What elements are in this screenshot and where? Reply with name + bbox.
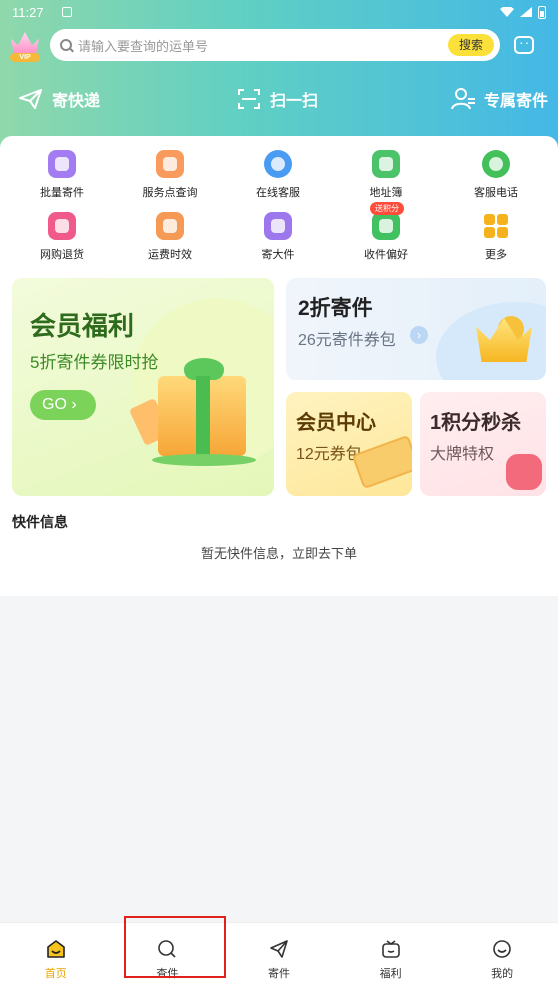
promo-points-flash-sale[interactable]: 1积分秒杀 大牌特权 — [420, 392, 546, 496]
search-button[interactable]: 搜索 — [447, 34, 494, 56]
user-icon — [451, 88, 475, 110]
promo-subtitle: 12元券包 — [296, 446, 362, 463]
profile-icon — [493, 940, 511, 958]
more-icon — [482, 212, 510, 240]
message-icon[interactable] — [514, 34, 534, 54]
service-batch-send[interactable]: 批量寄件 — [12, 150, 112, 200]
nav-label: 我的 — [491, 968, 514, 980]
crown-icon — [11, 32, 39, 54]
promo-subtitle: 26元寄件券包 — [298, 332, 396, 349]
promo-title: 会员中心 — [296, 412, 376, 434]
go-label: GO — [42, 396, 67, 413]
quick-action-label: 扫一扫 — [270, 93, 319, 110]
nav-send[interactable]: 寄件 — [223, 923, 335, 992]
battery-icon — [538, 5, 546, 19]
large-package-icon — [264, 212, 292, 240]
gift-box-icon — [158, 358, 246, 456]
service-more[interactable]: 更多 — [446, 212, 546, 262]
promo-title: 会员福利 — [30, 311, 135, 341]
service-point-query[interactable]: 服务点查询 — [120, 150, 220, 200]
promo-member-welfare[interactable]: 会员福利 5折寄件券限时抢 GO › — [12, 278, 274, 496]
phone-icon — [482, 150, 510, 178]
promo-subtitle: 大牌特权 — [430, 446, 495, 463]
top-bar: VIP 请输入要查询的运单号 搜索 — [8, 28, 550, 62]
vip-avatar[interactable]: VIP — [8, 28, 42, 62]
vip-tag: VIP — [10, 53, 40, 62]
nav-profile[interactable]: 我的 — [446, 923, 558, 992]
quick-action-label: 寄快递 — [52, 93, 101, 110]
address-book-icon — [372, 150, 400, 178]
scan-icon — [238, 89, 260, 109]
nav-label: 首页 — [44, 968, 67, 980]
nav-label: 福利 — [379, 968, 402, 980]
service-address-book[interactable]: 地址簿 — [336, 150, 436, 200]
service-label: 网购退货 — [40, 249, 84, 261]
service-online-support[interactable]: 在线客服 — [228, 150, 328, 200]
service-hotline[interactable]: 客服电话 — [446, 150, 546, 200]
service-label: 寄大件 — [261, 249, 295, 261]
bottom-nav: 首页 查件 寄件 福利 我的 — [0, 922, 558, 992]
go-button[interactable]: GO › — [30, 390, 96, 420]
service-label: 收件偏好 — [364, 249, 408, 261]
notification-icon — [61, 7, 72, 17]
paper-plane-icon — [19, 89, 42, 109]
promo-discount-send[interactable]: 2折寄件 26元寄件券包 › — [286, 278, 546, 380]
points-badge: 送积分 — [370, 202, 404, 215]
status-icons — [500, 5, 546, 19]
status-time: 11:27 — [12, 4, 44, 20]
quick-action-send[interactable]: 寄快递 — [18, 84, 100, 114]
service-label: 批量寄件 — [40, 187, 84, 199]
promo-subtitle: 5折寄件券限时抢 — [30, 353, 159, 372]
red-bag-icon — [506, 454, 542, 490]
quick-action-label: 专属寄件 — [484, 93, 549, 110]
gift-icon — [381, 940, 400, 958]
quick-actions: 寄快递 扫一扫 专属寄件 — [0, 84, 558, 114]
search-icon — [60, 39, 72, 51]
service-label: 在线客服 — [256, 187, 300, 199]
send-icon — [270, 940, 288, 958]
promo-title: 2折寄件 — [298, 297, 373, 320]
service-large-package[interactable]: 寄大件 — [228, 212, 328, 262]
home-icon — [46, 940, 65, 958]
search-bar[interactable]: 请输入要查询的运单号 搜索 — [50, 29, 500, 61]
gift-base — [152, 454, 256, 466]
return-icon — [48, 212, 76, 240]
highlight-box — [124, 916, 226, 978]
nav-welfare[interactable]: 福利 — [335, 923, 447, 992]
parcel-section-title: 快件信息 — [12, 514, 68, 530]
nav-home[interactable]: 首页 — [0, 923, 112, 992]
status-bar: 11:27 — [0, 0, 558, 24]
service-label: 地址簿 — [369, 187, 403, 199]
service-label: 客服电话 — [474, 187, 518, 199]
chevron-right-icon: › — [66, 396, 77, 413]
signal-icon — [520, 7, 532, 17]
service-point-icon — [156, 150, 184, 178]
search-input[interactable]: 请输入要查询的运单号 — [78, 36, 448, 55]
empty-parcel-message[interactable]: 暂无快件信息，立即去下单 — [0, 543, 558, 562]
service-online-return[interactable]: 网购退货 — [12, 212, 112, 262]
service-label: 更多 — [485, 249, 507, 261]
quick-action-scan[interactable]: 扫一扫 — [236, 84, 318, 114]
promo-member-center[interactable]: 会员中心 12元券包 — [286, 392, 412, 496]
nav-label: 寄件 — [267, 968, 290, 980]
chat-icon — [264, 150, 292, 178]
service-label: 运费时效 — [148, 249, 192, 261]
promo-title: 1积分秒杀 — [430, 412, 522, 434]
service-receive-preference[interactable]: 收件偏好 — [336, 212, 436, 262]
quick-action-exclusive[interactable]: 专属寄件 — [450, 84, 548, 114]
wifi-icon — [500, 7, 514, 17]
freight-icon — [156, 212, 184, 240]
arrow-right-icon: › — [410, 326, 428, 344]
service-label: 服务点查询 — [142, 187, 198, 199]
batch-send-icon — [48, 150, 76, 178]
preference-icon — [372, 212, 400, 240]
service-freight-time[interactable]: 运费时效 — [120, 212, 220, 262]
